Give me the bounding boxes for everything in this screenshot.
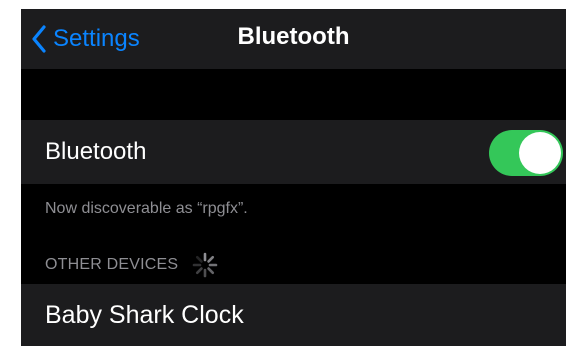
- bluetooth-toggle[interactable]: [489, 130, 563, 176]
- bluetooth-row-label: Bluetooth: [45, 138, 147, 165]
- activity-spinner-icon: [178, 252, 218, 278]
- toggle-knob: [519, 132, 561, 174]
- bluetooth-toggle-row: Bluetooth: [21, 120, 566, 184]
- device-name: Baby Shark Clock: [45, 301, 244, 329]
- bluetooth-settings-screen: Settings Bluetooth Bluetooth Now discove…: [21, 9, 566, 346]
- navigation-bar: Settings Bluetooth: [21, 9, 566, 69]
- device-row[interactable]: Baby Shark Clock: [21, 284, 566, 346]
- discoverable-status-text: Now discoverable as “rpgfx”.: [45, 200, 248, 217]
- other-devices-header: OTHER DEVICES: [45, 252, 218, 278]
- page-title: Bluetooth: [237, 23, 350, 50]
- other-devices-label: OTHER DEVICES: [45, 256, 179, 273]
